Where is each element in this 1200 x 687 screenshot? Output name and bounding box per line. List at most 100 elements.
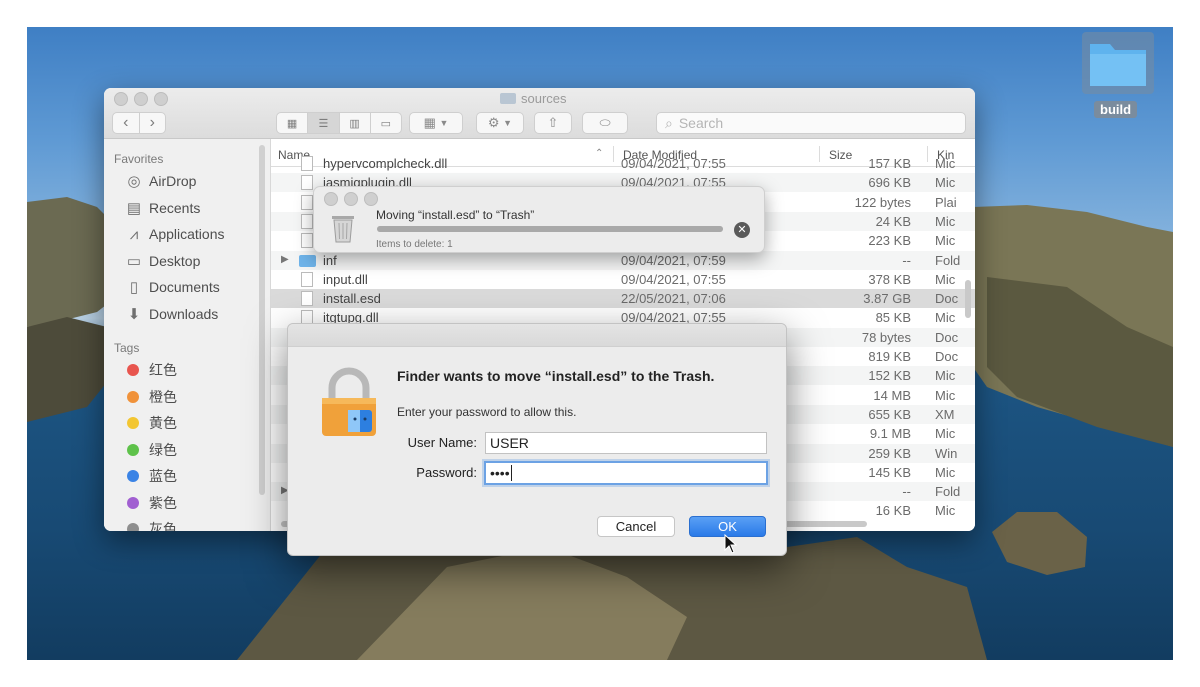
sidebar-item-recents[interactable]: ▤ Recents (124, 198, 200, 218)
file-kind: Mic (935, 156, 956, 171)
sidebar-item-label: Desktop (149, 253, 201, 269)
disclosure-triangle-icon[interactable]: ▶ (281, 254, 289, 265)
sidebar-item-airdrop[interactable]: ◎ AirDrop (124, 171, 196, 191)
share-icon: ⇧ (547, 115, 559, 130)
desktop-folder-build[interactable] (1082, 32, 1154, 94)
file-kind: Doc (935, 291, 959, 307)
file-kind: XM (935, 406, 955, 422)
file-size: 145 KB (868, 464, 911, 480)
file-kind: Mic (935, 271, 956, 287)
file-size: 223 KB (868, 233, 911, 249)
sidebar-tag-green[interactable]: 绿色 (124, 440, 177, 460)
window-title: sources (500, 91, 567, 106)
date-modified: 22/05/2021, 07:06 (621, 291, 726, 307)
zoom-button[interactable] (364, 192, 378, 206)
sidebar-item-downloads[interactable]: ⬇ Downloads (124, 304, 219, 324)
sidebar-item-desktop[interactable]: ▭ Desktop (124, 251, 200, 271)
sidebar-scrollbar[interactable] (259, 145, 265, 495)
folder-icon (1090, 44, 1146, 86)
file-kind: Mic (935, 426, 956, 442)
file-size: 819 KB (868, 349, 911, 364)
sidebar-item-documents[interactable]: ▯ Documents (124, 277, 220, 297)
username-field[interactable]: USER (485, 432, 767, 454)
file-kind: Mic (935, 464, 956, 480)
close-button[interactable] (114, 92, 128, 106)
file-kind: Win (935, 445, 958, 461)
authentication-dialog: Finder wants to move “install.esd” to th… (287, 323, 787, 556)
tag-dot (127, 364, 139, 376)
sidebar-tag-yellow[interactable]: 黄色 (124, 413, 177, 433)
tag-label: 绿色 (149, 442, 177, 458)
folder-icon (500, 93, 516, 104)
file-size: 3.87 GB (863, 291, 911, 307)
file-size: 655 KB (868, 406, 911, 422)
tag-label: 紫色 (149, 495, 177, 511)
back-button[interactable]: ‹ (113, 113, 140, 133)
search-field[interactable]: ⌕ Search (656, 112, 966, 134)
tag-label: 红色 (149, 362, 177, 378)
group-button[interactable]: ▦ ▼ (409, 112, 463, 134)
tag-label: 蓝色 (149, 468, 177, 484)
file-icon (301, 291, 313, 307)
minimize-button[interactable] (344, 192, 358, 206)
list-view-button[interactable]: ☰ (308, 113, 340, 133)
tag-dot (127, 523, 139, 531)
file-size: -- (902, 484, 911, 500)
search-placeholder: Search (678, 115, 724, 131)
search-icon: ⌕ (665, 114, 673, 131)
file-name: inf (323, 252, 337, 268)
text-caret (510, 465, 516, 481)
file-icon (301, 271, 313, 287)
file-kind: Mic (935, 310, 956, 326)
desktop-folder-label[interactable]: build (1094, 101, 1138, 118)
icon-view-button[interactable]: ▦ (277, 113, 309, 133)
sidebar-tag-red[interactable]: 红色 (124, 360, 177, 380)
column-view-button[interactable]: ▥ (340, 113, 371, 133)
file-kind: Fold (935, 484, 961, 500)
stop-button[interactable]: ✕ (734, 222, 750, 238)
tag-label: 黄色 (149, 415, 177, 431)
file-size: -- (902, 252, 911, 268)
date-modified: 09/04/2021, 07:55 (621, 156, 726, 171)
date-modified: 09/04/2021, 07:59 (621, 252, 726, 268)
file-size: 16 KB (875, 503, 911, 519)
password-field[interactable]: •••• (484, 461, 768, 485)
action-button[interactable]: ⚙ ▼ (476, 112, 524, 134)
sidebar-item-label: Applications (149, 226, 225, 242)
vertical-scrollbar[interactable] (965, 280, 971, 318)
file-kind: Mic (935, 213, 956, 229)
file-size: 696 KB (868, 175, 911, 191)
file-kind: Doc (935, 349, 959, 364)
share-button[interactable]: ⇧ (534, 112, 572, 134)
table-row[interactable]: input.dll 09/04/2021, 07:55 378 KB Mic (271, 270, 975, 289)
desktop-icon: ▭ (126, 253, 142, 270)
table-row[interactable]: hypervcomplcheck.dll 09/04/2021, 07:55 157… (271, 154, 975, 173)
zoom-button[interactable] (154, 92, 168, 106)
tag-button[interactable]: ⬭ (582, 112, 628, 134)
tag-dot (127, 417, 139, 429)
sidebar-item-label: AirDrop (149, 173, 197, 189)
sidebar-tag-gray[interactable]: 灰色 (124, 519, 177, 531)
table-row[interactable]: ▶ inf 09/04/2021, 07:59 -- Fold (271, 250, 975, 270)
file-kind: Doc (935, 329, 959, 345)
file-size: 14 MB (873, 387, 911, 403)
sidebar-tag-blue[interactable]: 蓝色 (124, 466, 177, 486)
sidebar-tag-purple[interactable]: 紫色 (124, 493, 177, 513)
sidebar-item-label: Documents (149, 279, 220, 295)
tag-icon: ⬭ (599, 115, 611, 130)
gallery-view-button[interactable]: ▭ (371, 113, 401, 133)
file-icon (301, 194, 313, 210)
sidebar: Favorites ◎ AirDrop ▤ Recents ⩘ Application… (104, 139, 271, 531)
tag-dot (127, 497, 139, 509)
sidebar-item-applications[interactable]: ⩘ Applications (124, 224, 225, 244)
sidebar-tag-orange[interactable]: 橙色 (124, 387, 177, 407)
minimize-button[interactable] (134, 92, 148, 106)
close-button[interactable] (324, 192, 338, 206)
cancel-button[interactable]: Cancel (597, 516, 675, 537)
table-row[interactable]: install.esd 22/05/2021, 07:06 3.87 GB Doc (271, 289, 975, 309)
gear-icon: ⚙ (487, 115, 500, 130)
forward-button[interactable]: › (140, 113, 166, 133)
tag-label: 橙色 (149, 389, 177, 405)
file-icon (301, 213, 313, 229)
back-forward-buttons: ‹ › (112, 112, 166, 134)
